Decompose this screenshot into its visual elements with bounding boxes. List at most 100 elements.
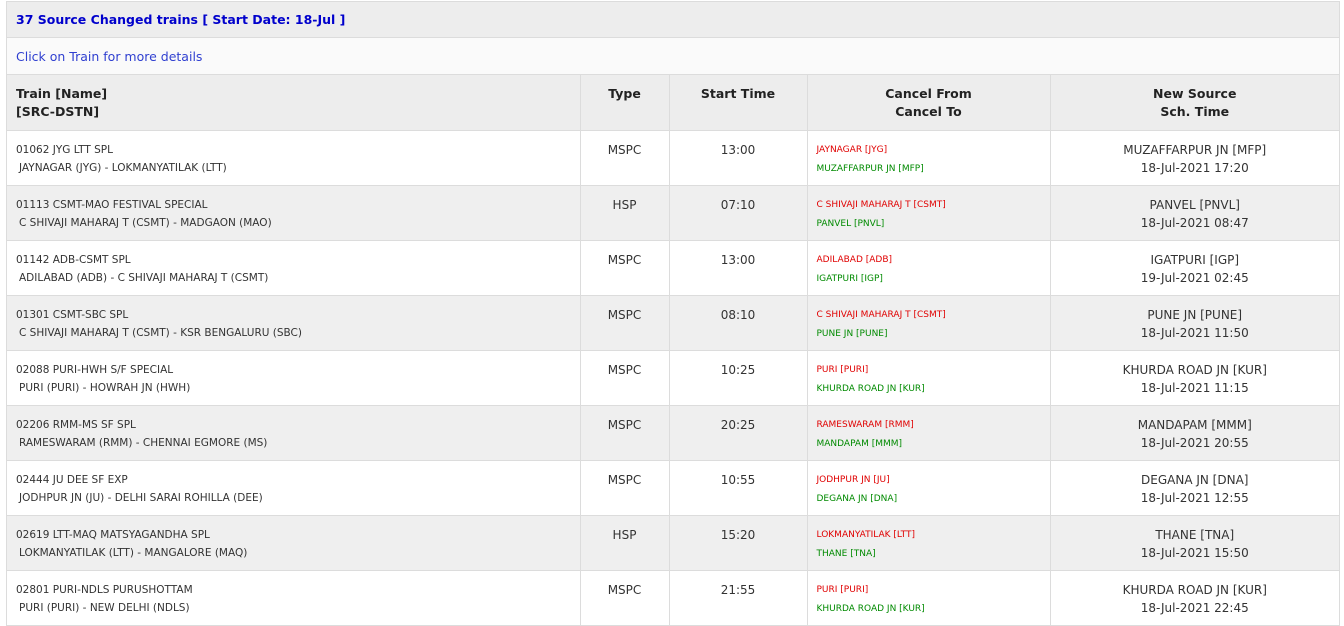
- train-type: MSPC: [580, 130, 670, 186]
- train-type: MSPC: [580, 405, 670, 461]
- scheduled-time: 18-Jul-2021 20:55: [1140, 435, 1249, 450]
- train-cell[interactable]: 02619 LTT-MAQ MATSYAGANDHA SPL LOKMANYAT…: [7, 515, 581, 571]
- cancel-from: C SHIVAJI MAHARAJ T [CSMT]: [816, 199, 946, 210]
- table-row[interactable]: 01301 CSMT-SBC SPL C SHIVAJI MAHARAJ T (…: [7, 295, 1339, 351]
- start-time: 07:10: [669, 185, 808, 241]
- cancel-to: PUNE JN [PUNE]: [816, 328, 888, 339]
- new-source-cell: MUZAFFARPUR JN [MFP] 18-Jul-2021 17:20: [1050, 130, 1339, 186]
- train-type: HSP: [580, 515, 670, 571]
- new-source-cell: THANE [TNA] 18-Jul-2021 15:50: [1050, 515, 1339, 571]
- start-time: 08:10: [669, 295, 808, 351]
- cancel-to: THANE [TNA]: [816, 548, 876, 559]
- start-time: 20:25: [669, 405, 808, 461]
- column-header-cancel: Cancel From Cancel To: [807, 75, 1051, 131]
- start-time: 13:00: [669, 130, 808, 186]
- train-route: JAYNAGAR (JYG) - LOKMANYATILAK (LTT): [19, 161, 227, 174]
- cancel-from: ADILABAD [ADB]: [816, 254, 893, 265]
- train-name[interactable]: 02088 PURI-HWH S/F SPECIAL: [16, 361, 579, 379]
- table-row[interactable]: 02444 JU DEE SF EXP JODHPUR JN (JU) - DE…: [7, 460, 1339, 516]
- train-name[interactable]: 01301 CSMT-SBC SPL: [16, 306, 579, 324]
- cancel-cell: ADILABAD [ADB] IGATPURI [IGP]: [807, 240, 1051, 296]
- new-source-station: KHURDA ROAD JN [KUR]: [1122, 582, 1267, 597]
- new-source-cell: MANDAPAM [MMM] 18-Jul-2021 20:55: [1050, 405, 1339, 461]
- table-row[interactable]: 02801 PURI-NDLS PURUSHOTTAM PURI (PURI) …: [7, 570, 1339, 626]
- new-source-cell: KHURDA ROAD JN [KUR] 18-Jul-2021 11:15: [1050, 350, 1339, 406]
- start-time: 15:20: [669, 515, 808, 571]
- cancel-from: PURI [PURI]: [816, 584, 869, 595]
- train-route: RAMESWARAM (RMM) - CHENNAI EGMORE (MS): [19, 436, 268, 449]
- new-source-station: MANDAPAM [MMM]: [1137, 417, 1252, 432]
- new-source-station: PANVEL [PNVL]: [1149, 197, 1240, 212]
- table-row[interactable]: 02088 PURI-HWH S/F SPECIAL PURI (PURI) -…: [7, 350, 1339, 406]
- new-source-station: THANE [TNA]: [1155, 527, 1235, 542]
- cancel-cell: C SHIVAJI MAHARAJ T [CSMT] PUNE JN [PUNE…: [807, 295, 1051, 351]
- column-header-train: Train [Name] [SRC-DSTN]: [7, 75, 581, 131]
- train-route: PURI (PURI) - NEW DELHI (NDLS): [19, 601, 190, 614]
- scheduled-time: 18-Jul-2021 12:55: [1140, 490, 1249, 505]
- train-route: JODHPUR JN (JU) - DELHI SARAI ROHILLA (D…: [19, 491, 263, 504]
- new-source-station: PUNE JN [PUNE]: [1147, 307, 1243, 322]
- scheduled-time: 18-Jul-2021 08:47: [1140, 215, 1249, 230]
- source-changed-trains-panel: 37 Source Changed trains [ Start Date: 1…: [6, 1, 1340, 626]
- scheduled-time: 18-Jul-2021 11:15: [1140, 380, 1249, 395]
- train-route: C SHIVAJI MAHARAJ T (CSMT) - MADGAON (MA…: [19, 216, 272, 229]
- train-name[interactable]: 01113 CSMT-MAO FESTIVAL SPECIAL: [16, 196, 579, 214]
- table-row[interactable]: 02206 RMM-MS SF SPL RAMESWARAM (RMM) - C…: [7, 405, 1339, 461]
- cancel-to: PANVEL [PNVL]: [816, 218, 885, 229]
- details-hint: Click on Train for more details: [7, 38, 1339, 75]
- cancel-from: JODHPUR JN [JU]: [816, 474, 890, 485]
- train-name[interactable]: 02444 JU DEE SF EXP: [16, 471, 579, 489]
- train-cell[interactable]: 02206 RMM-MS SF SPL RAMESWARAM (RMM) - C…: [7, 405, 581, 461]
- train-route: C SHIVAJI MAHARAJ T (CSMT) - KSR BENGALU…: [19, 326, 302, 339]
- train-type: MSPC: [580, 570, 670, 626]
- start-time: 21:55: [669, 570, 808, 626]
- train-name[interactable]: 02206 RMM-MS SF SPL: [16, 416, 579, 434]
- column-header-new-source: New Source Sch. Time: [1050, 75, 1339, 131]
- train-name[interactable]: 01142 ADB-CSMT SPL: [16, 251, 579, 269]
- cancel-cell: PURI [PURI] KHURDA ROAD JN [KUR]: [807, 350, 1051, 406]
- train-type: MSPC: [580, 460, 670, 516]
- train-type: MSPC: [580, 295, 670, 351]
- trains-table: Train [Name] [SRC-DSTN] Type Start Time …: [7, 75, 1339, 626]
- new-source-station: IGATPURI [IGP]: [1150, 252, 1240, 267]
- train-cell[interactable]: 02801 PURI-NDLS PURUSHOTTAM PURI (PURI) …: [7, 570, 581, 626]
- train-name[interactable]: 02801 PURI-NDLS PURUSHOTTAM: [16, 581, 579, 599]
- train-name[interactable]: 01062 JYG LTT SPL: [16, 141, 579, 159]
- column-header-type: Type: [580, 75, 670, 131]
- table-row[interactable]: 01062 JYG LTT SPL JAYNAGAR (JYG) - LOKMA…: [7, 130, 1339, 186]
- new-source-cell: IGATPURI [IGP] 19-Jul-2021 02:45: [1050, 240, 1339, 296]
- table-row[interactable]: 02619 LTT-MAQ MATSYAGANDHA SPL LOKMANYAT…: [7, 515, 1339, 571]
- column-header-cancel-from: Cancel From: [885, 86, 972, 101]
- scheduled-time: 18-Jul-2021 15:50: [1140, 545, 1249, 560]
- table-header-row: Train [Name] [SRC-DSTN] Type Start Time …: [7, 75, 1339, 131]
- train-cell[interactable]: 02088 PURI-HWH S/F SPECIAL PURI (PURI) -…: [7, 350, 581, 406]
- column-header-new-source-label: New Source: [1153, 86, 1237, 101]
- start-time: 13:00: [669, 240, 808, 296]
- cancel-cell: RAMESWARAM [RMM] MANDAPAM [MMM]: [807, 405, 1051, 461]
- cancel-from: JAYNAGAR [JYG]: [816, 144, 888, 155]
- table-row[interactable]: 01142 ADB-CSMT SPL ADILABAD (ADB) - C SH…: [7, 240, 1339, 296]
- cancel-cell: PURI [PURI] KHURDA ROAD JN [KUR]: [807, 570, 1051, 626]
- scheduled-time: 19-Jul-2021 02:45: [1140, 270, 1249, 285]
- train-cell[interactable]: 01301 CSMT-SBC SPL C SHIVAJI MAHARAJ T (…: [7, 295, 581, 351]
- cancel-from: RAMESWARAM [RMM]: [816, 419, 914, 430]
- cancel-from: C SHIVAJI MAHARAJ T [CSMT]: [816, 309, 946, 320]
- cancel-to: MUZAFFARPUR JN [MFP]: [816, 163, 924, 174]
- cancel-from: PURI [PURI]: [816, 364, 869, 375]
- cancel-to: MANDAPAM [MMM]: [816, 438, 903, 449]
- train-cell[interactable]: 01142 ADB-CSMT SPL ADILABAD (ADB) - C SH…: [7, 240, 581, 296]
- train-cell[interactable]: 02444 JU DEE SF EXP JODHPUR JN (JU) - DE…: [7, 460, 581, 516]
- train-type: MSPC: [580, 350, 670, 406]
- cancel-from: LOKMANYATILAK [LTT]: [816, 529, 916, 540]
- train-name[interactable]: 02619 LTT-MAQ MATSYAGANDHA SPL: [16, 526, 579, 544]
- column-header-start-time: Start Time: [669, 75, 808, 131]
- column-header-train-name: Train [Name]: [16, 86, 108, 101]
- train-cell[interactable]: 01062 JYG LTT SPL JAYNAGAR (JYG) - LOKMA…: [7, 130, 581, 186]
- train-route: PURI (PURI) - HOWRAH JN (HWH): [19, 381, 191, 394]
- start-time: 10:25: [669, 350, 808, 406]
- cancel-cell: LOKMANYATILAK [LTT] THANE [TNA]: [807, 515, 1051, 571]
- table-row[interactable]: 01113 CSMT-MAO FESTIVAL SPECIAL C SHIVAJ…: [7, 185, 1339, 241]
- cancel-to: IGATPURI [IGP]: [816, 273, 883, 284]
- train-cell[interactable]: 01113 CSMT-MAO FESTIVAL SPECIAL C SHIVAJ…: [7, 185, 581, 241]
- train-route: LOKMANYATILAK (LTT) - MANGALORE (MAQ): [19, 546, 248, 559]
